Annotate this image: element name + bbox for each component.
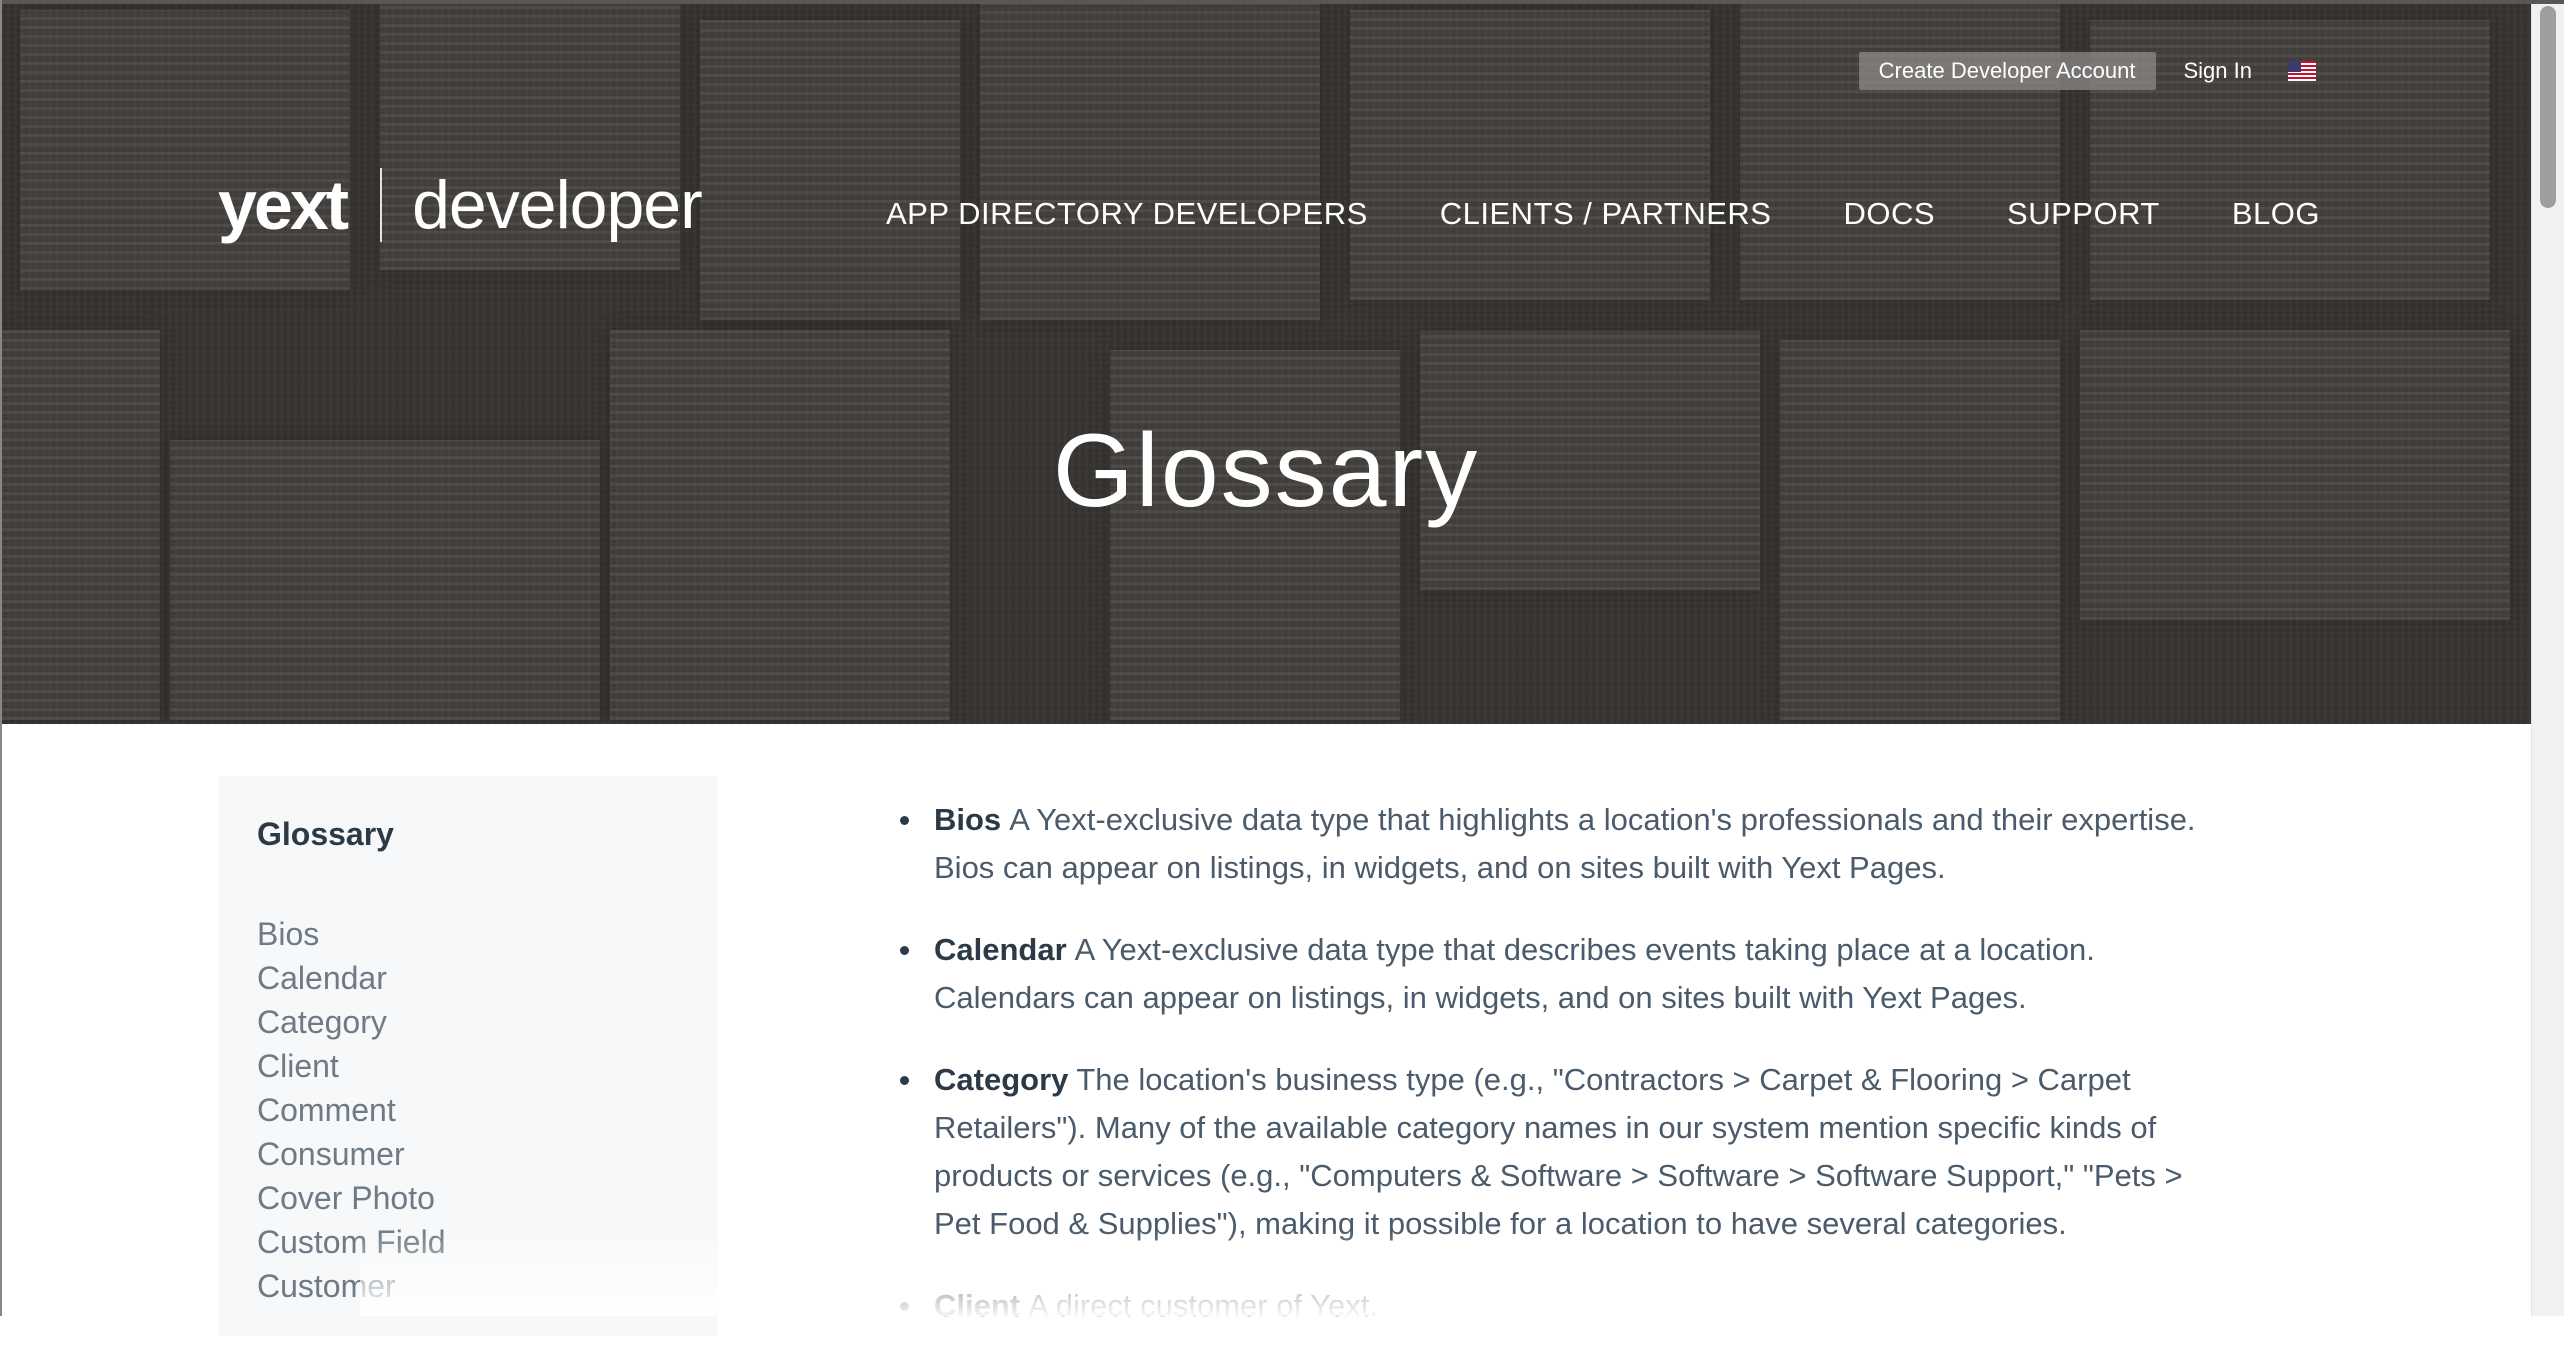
sidebar-item-bios[interactable]: Bios — [257, 912, 446, 956]
glossary-definition: The location's business type (e.g., "Con… — [934, 1062, 2183, 1241]
top-utility-bar: Create Developer Account Sign In — [1858, 52, 2316, 90]
nav-blog[interactable]: BLOG — [2232, 196, 2320, 232]
glossary-term: Calendar — [934, 932, 1067, 967]
glossary-definition: A Yext-exclusive data type that highligh… — [934, 802, 2196, 885]
glossary-entry: Bios A Yext-exclusive data type that high… — [898, 796, 2198, 892]
yext-developer-logo[interactable]: yext developer — [218, 166, 703, 244]
logo-brand: yext — [218, 166, 349, 244]
nav-docs[interactable]: DOCS — [1843, 196, 1935, 232]
us-flag-icon[interactable] — [2288, 61, 2316, 81]
glossary-entry: Calendar A Yext-exclusive data type that … — [898, 926, 2198, 1022]
create-developer-account-button[interactable]: Create Developer Account — [1858, 52, 2156, 90]
logo-product: developer — [412, 167, 703, 243]
hero-banner: Create Developer Account Sign In yext de… — [0, 0, 2532, 724]
page-title: Glossary — [1052, 413, 1480, 529]
main-navigation: APP DIRECTORY DEVELOPERS CLIENTS / PARTN… — [886, 196, 2320, 232]
nav-support[interactable]: SUPPORT — [2007, 196, 2160, 232]
bottom-fade-overlay — [360, 1230, 2360, 1316]
sidebar-item-calendar[interactable]: Calendar — [257, 956, 446, 1000]
window-frame-left — [0, 0, 2, 1316]
glossary-term: Category — [934, 1062, 1069, 1097]
glossary-term: Bios — [934, 802, 1002, 837]
sidebar-title: Glossary — [257, 816, 394, 852]
sidebar-item-cover-photo[interactable]: Cover Photo — [257, 1176, 446, 1220]
sidebar-item-client[interactable]: Client — [257, 1044, 446, 1088]
sidebar-item-comment[interactable]: Comment — [257, 1088, 446, 1132]
scrollbar-thumb[interactable] — [2540, 6, 2556, 208]
glossary-entry: Category The location's business type (e.… — [898, 1056, 2198, 1248]
sidebar-item-consumer[interactable]: Consumer — [257, 1132, 446, 1176]
nav-clients-partners[interactable]: CLIENTS / PARTNERS — [1440, 196, 1772, 232]
vertical-scrollbar[interactable] — [2531, 0, 2564, 1316]
logo-divider — [380, 168, 383, 242]
sign-in-link[interactable]: Sign In — [2184, 58, 2253, 84]
glossary-definition: A Yext-exclusive data type that describe… — [934, 932, 2095, 1015]
nav-app-directory-developers[interactable]: APP DIRECTORY DEVELOPERS — [886, 196, 1368, 232]
hero-overlay — [0, 0, 2532, 724]
sidebar-item-category[interactable]: Category — [257, 1000, 446, 1044]
window-frame-top — [0, 0, 2564, 4]
